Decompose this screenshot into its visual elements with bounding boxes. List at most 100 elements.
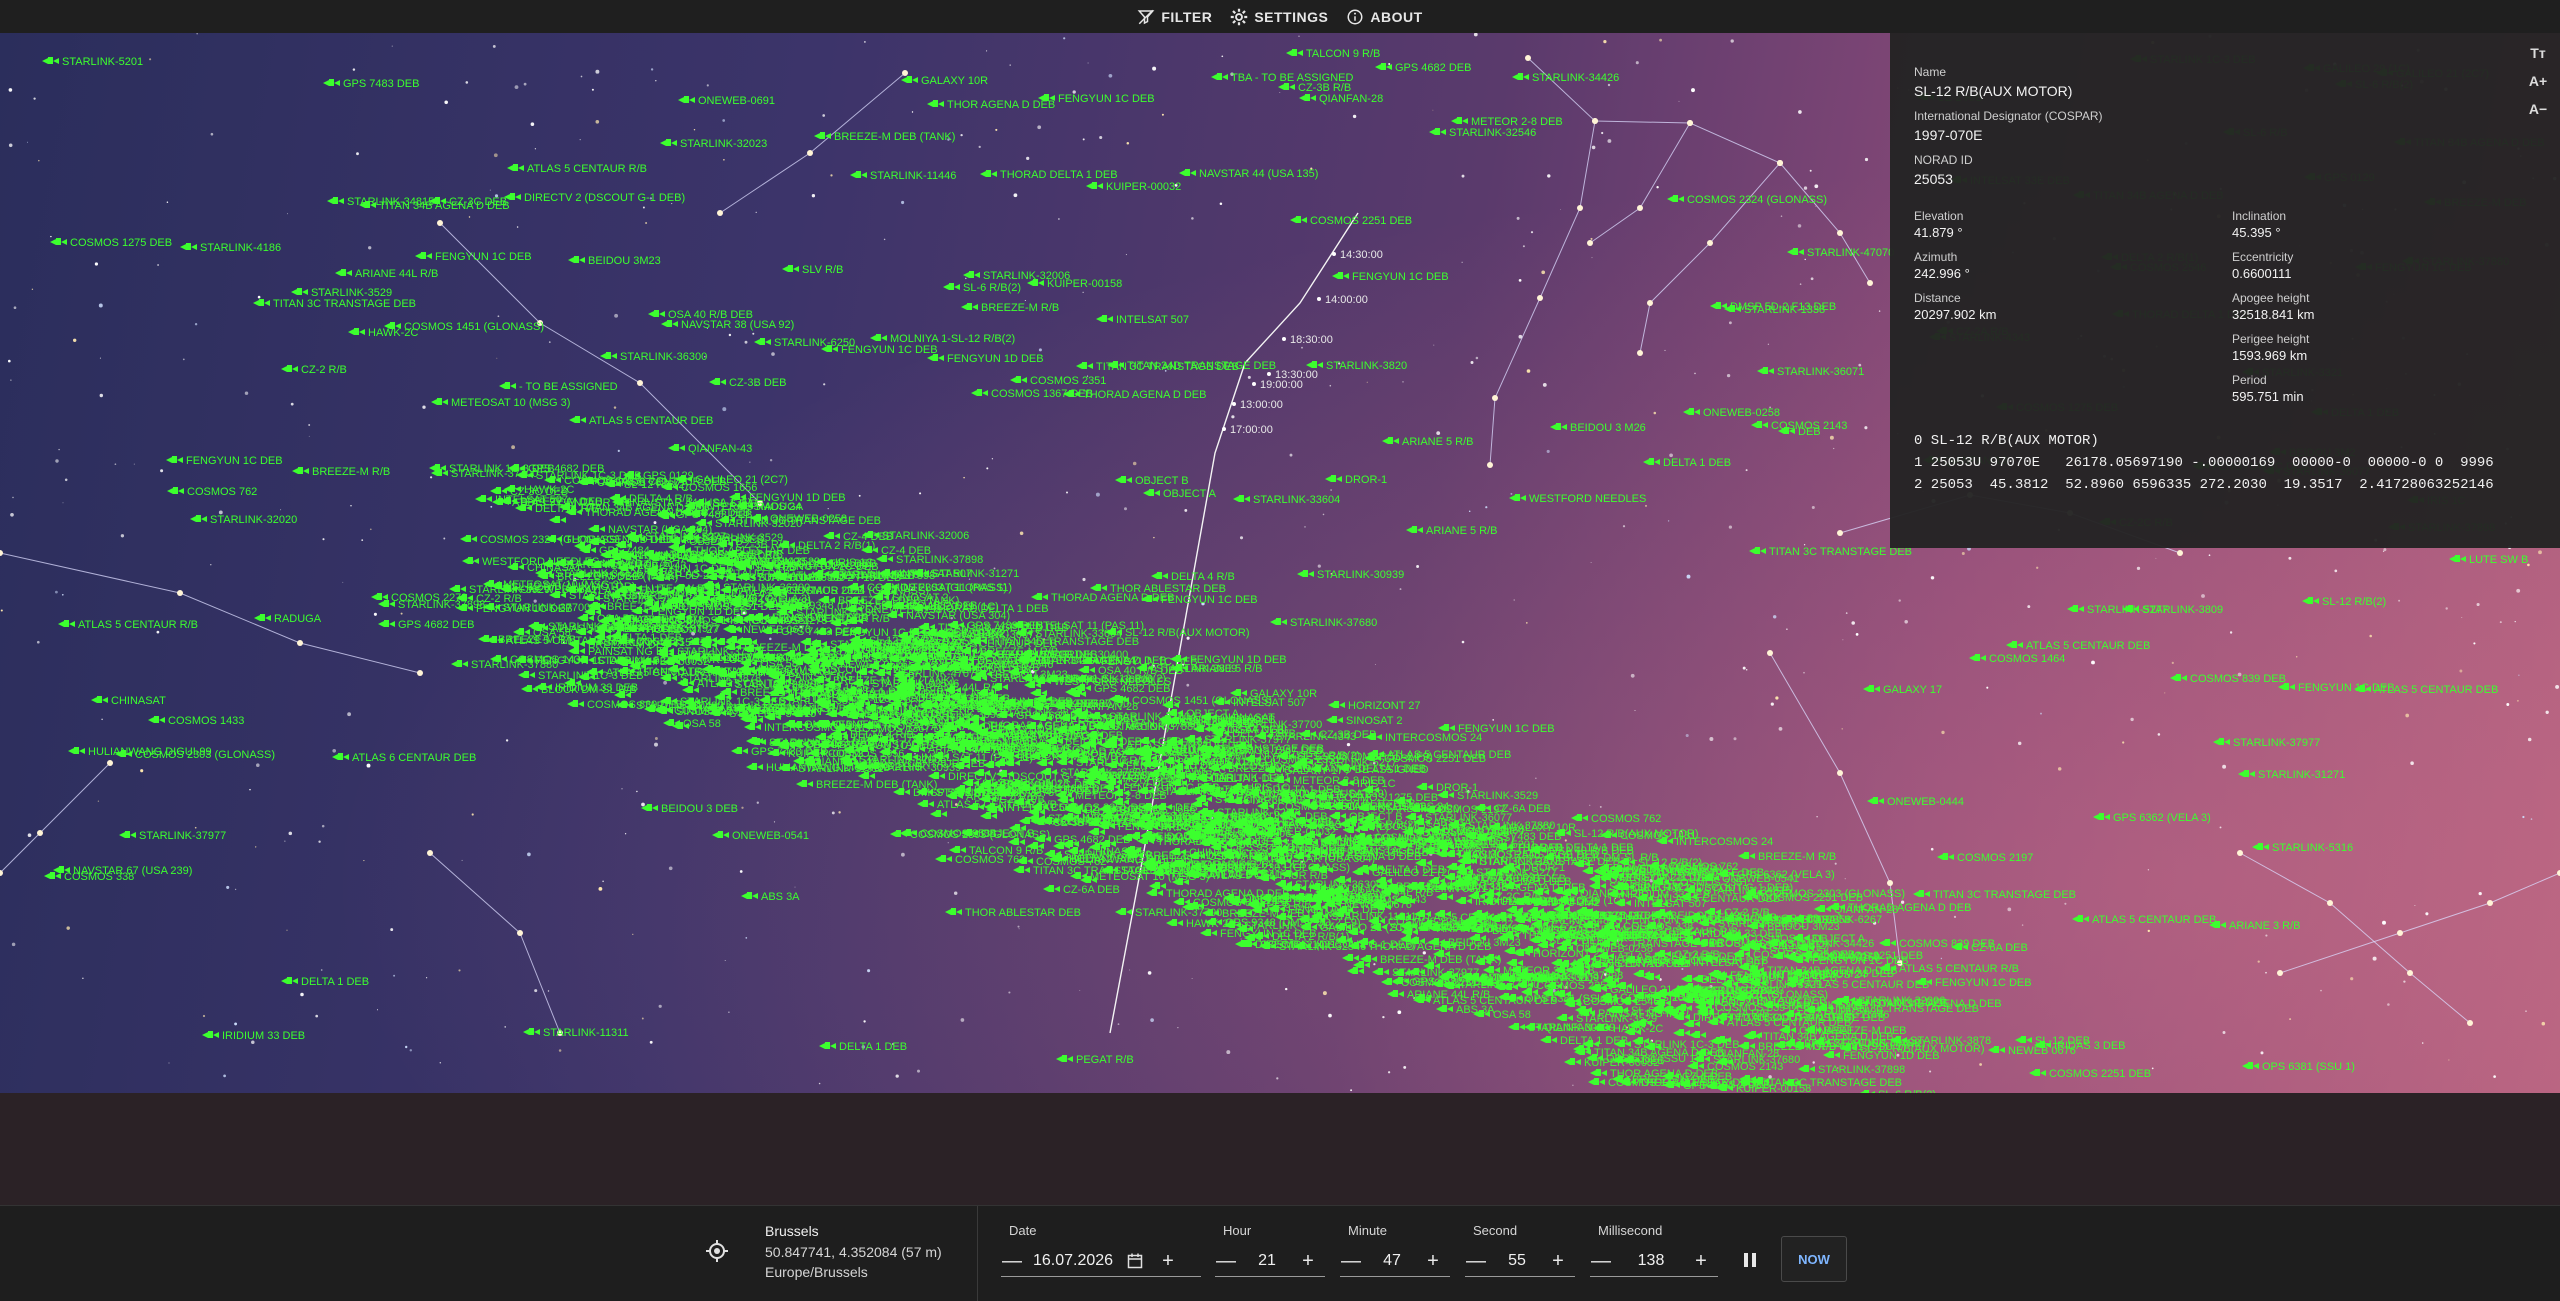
star	[1542, 382, 1547, 387]
font-toggle-button[interactable]: Tт	[2526, 45, 2550, 61]
star	[1953, 915, 1957, 919]
star	[2445, 607, 2448, 610]
stat-label: Period	[2232, 373, 2267, 387]
star	[1656, 186, 1659, 189]
satellite-label: FENGYUN 1D DEB	[1190, 654, 1287, 666]
font-decrease-button[interactable]: A−	[2526, 101, 2550, 117]
star	[196, 33, 198, 35]
star	[1799, 283, 1802, 285]
star	[1468, 510, 1471, 513]
satellite-icon	[648, 310, 665, 317]
second-increment-button[interactable]: +	[1547, 1251, 1569, 1271]
satellite-icon	[1787, 248, 1804, 255]
star	[497, 315, 500, 318]
star	[1402, 381, 1404, 383]
minute-input[interactable]: 47	[1362, 1252, 1422, 1270]
star	[978, 145, 981, 149]
hour-input[interactable]: 21	[1237, 1252, 1297, 1270]
font-increase-button[interactable]: A+	[2526, 73, 2550, 89]
orbit-tick	[1282, 337, 1286, 341]
star	[1816, 816, 1818, 818]
satellite-label: DIRECTV 2 (DSCOUT G-1 DEB)	[1255, 939, 1416, 951]
constellation-star	[1687, 120, 1693, 126]
now-button[interactable]: NOW	[1781, 1236, 1847, 1282]
star	[1186, 683, 1190, 687]
hour-decrement-button[interactable]: —	[1215, 1251, 1237, 1271]
star	[168, 1062, 170, 1064]
star	[1461, 640, 1465, 644]
star	[1475, 356, 1479, 360]
satellite-icon	[1233, 495, 1250, 502]
millisecond-decrement-button[interactable]: —	[1590, 1251, 1612, 1271]
star	[858, 494, 861, 497]
second-input[interactable]: 55	[1487, 1252, 1547, 1270]
star	[1485, 506, 1488, 509]
minute-decrement-button[interactable]: —	[1340, 1251, 1362, 1271]
star	[1289, 453, 1293, 457]
date-decrement-button[interactable]: —	[1001, 1251, 1023, 1271]
satellite-icon	[1863, 685, 1880, 692]
satellite-label: TALCON 9 R/B	[1306, 48, 1380, 60]
satellite-icon	[68, 747, 85, 754]
millisecond-increment-button[interactable]: +	[1690, 1251, 1712, 1271]
satellite-icon	[668, 444, 685, 451]
satellite-label: DELTA 1 DEB	[1663, 457, 1731, 469]
satellite-icon	[568, 256, 585, 263]
star	[1803, 186, 1808, 190]
satellite-icon	[1151, 572, 1168, 579]
star	[1572, 1084, 1574, 1086]
stat-value: 20297.902 km	[1914, 307, 1997, 322]
satellite-icon	[451, 660, 468, 667]
millisecond-input[interactable]: 138	[1612, 1252, 1690, 1270]
satellite-icon	[2006, 641, 2023, 648]
orbit-tick	[1332, 252, 1336, 256]
star	[2518, 674, 2520, 676]
pause-icon[interactable]	[1740, 1248, 1760, 1272]
satellite-label: BREEZE-M R/B	[312, 466, 390, 478]
second-decrement-button[interactable]: —	[1465, 1251, 1487, 1271]
satellite-label: GPS 7483 DEB	[751, 746, 827, 758]
satellite-label: STARLINK-36300	[620, 351, 707, 363]
star	[210, 564, 212, 566]
constellation-line	[1639, 162, 1781, 354]
satellite-icon	[1326, 716, 1343, 723]
satellite-icon	[371, 593, 388, 600]
satellite-icon	[1353, 961, 1370, 968]
star	[2448, 1059, 2450, 1061]
minute-increment-button[interactable]: +	[1422, 1251, 1444, 1271]
about-button[interactable]: ABOUT	[1346, 8, 1422, 26]
hour-increment-button[interactable]: +	[1297, 1251, 1319, 1271]
date-increment-button[interactable]: +	[1157, 1251, 1179, 1271]
star	[1492, 719, 1495, 721]
star	[194, 323, 198, 326]
star	[157, 264, 160, 266]
star	[1667, 520, 1670, 522]
calendar-icon[interactable]	[1127, 1253, 1143, 1269]
satellite-label: COSMOS 762	[1057, 748, 1127, 760]
star	[1851, 621, 1855, 625]
star	[376, 1009, 379, 1011]
satellite-icon	[1115, 908, 1132, 915]
settings-button[interactable]: SETTINGS	[1230, 8, 1328, 26]
star	[756, 801, 759, 804]
star	[1008, 991, 1011, 994]
constellation-star	[902, 70, 908, 76]
star	[1979, 1063, 1982, 1066]
star	[1330, 489, 1332, 491]
satellite-icon	[348, 328, 365, 335]
hour-control: — 21 +	[1215, 1246, 1325, 1277]
date-input[interactable]: 16.07.2026	[1023, 1252, 1123, 1270]
satellite-label: LUTE SW B	[2469, 554, 2528, 566]
satellite-icon	[1757, 367, 1774, 374]
star	[527, 852, 531, 857]
star	[465, 81, 469, 84]
star	[1775, 696, 1779, 700]
filter-button[interactable]: FILTER	[1137, 8, 1212, 26]
location-crosshair-icon[interactable]	[705, 1239, 729, 1263]
star	[11, 942, 16, 947]
star	[94, 262, 98, 266]
satellite-icon	[148, 716, 165, 723]
satellite-label: ATLAS 5 CENTAUR R/B	[527, 163, 647, 175]
star	[1284, 987, 1288, 991]
satellite-label: SL-6 R/B(2)	[1878, 1089, 1936, 1093]
